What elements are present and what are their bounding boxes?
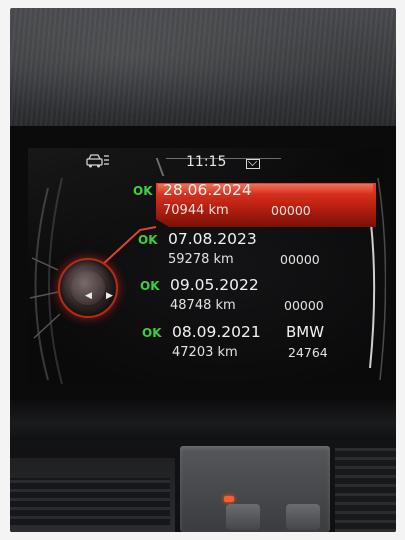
service-entry[interactable]: OK 08.09.2021 BMW 47203 km 24764 [142, 323, 352, 367]
entry-date: 08.09.2021 [172, 323, 261, 341]
air-vent-right [335, 448, 396, 532]
entry-date: 09.05.2022 [170, 276, 259, 294]
knob-center: ◀ ▶ [71, 271, 113, 305]
arrow-left-icon: ◀ [85, 291, 92, 301]
console-button[interactable] [286, 504, 320, 530]
service-entry[interactable]: OK 09.05.2022 48748 km 00000 [140, 276, 350, 320]
vent-slats [10, 478, 170, 528]
console-button[interactable] [226, 504, 260, 530]
entry-mileage: 47203 km [172, 345, 238, 360]
entry-code: 00000 [271, 203, 311, 218]
service-entry[interactable]: OK 07.08.2023 59278 km 00000 [138, 230, 348, 274]
status-ok: OK [138, 233, 158, 247]
dashboard-trim [10, 400, 396, 440]
status-ok: OK [142, 326, 162, 340]
car-display-photo: 11:15 OK 28.06.2024 70944 km 00000 OK 07… [10, 8, 396, 532]
entry-mileage: 48748 km [170, 298, 236, 313]
arrow-right-icon: ▶ [106, 291, 113, 301]
entry-date: 28.06.2024 [163, 181, 252, 199]
hazard-led [224, 496, 234, 502]
infotainment-screen: 11:15 OK 28.06.2024 70944 km 00000 OK 07… [28, 148, 386, 384]
entry-code: 00000 [284, 298, 324, 313]
dashboard-top [10, 8, 396, 128]
entry-date: 07.08.2023 [168, 230, 257, 248]
entry-code: 24764 [288, 345, 328, 360]
service-entry[interactable]: OK 28.06.2024 70944 km 00000 [133, 181, 373, 225]
entry-mileage: 70944 km [163, 203, 229, 218]
controller-knob-icon[interactable]: ◀ ▶ [58, 258, 118, 318]
entry-code: 00000 [280, 252, 320, 267]
status-ok: OK [140, 279, 160, 293]
entry-brand: BMW [286, 323, 325, 341]
status-ok: OK [133, 184, 153, 198]
entry-mileage: 59278 km [168, 252, 234, 267]
